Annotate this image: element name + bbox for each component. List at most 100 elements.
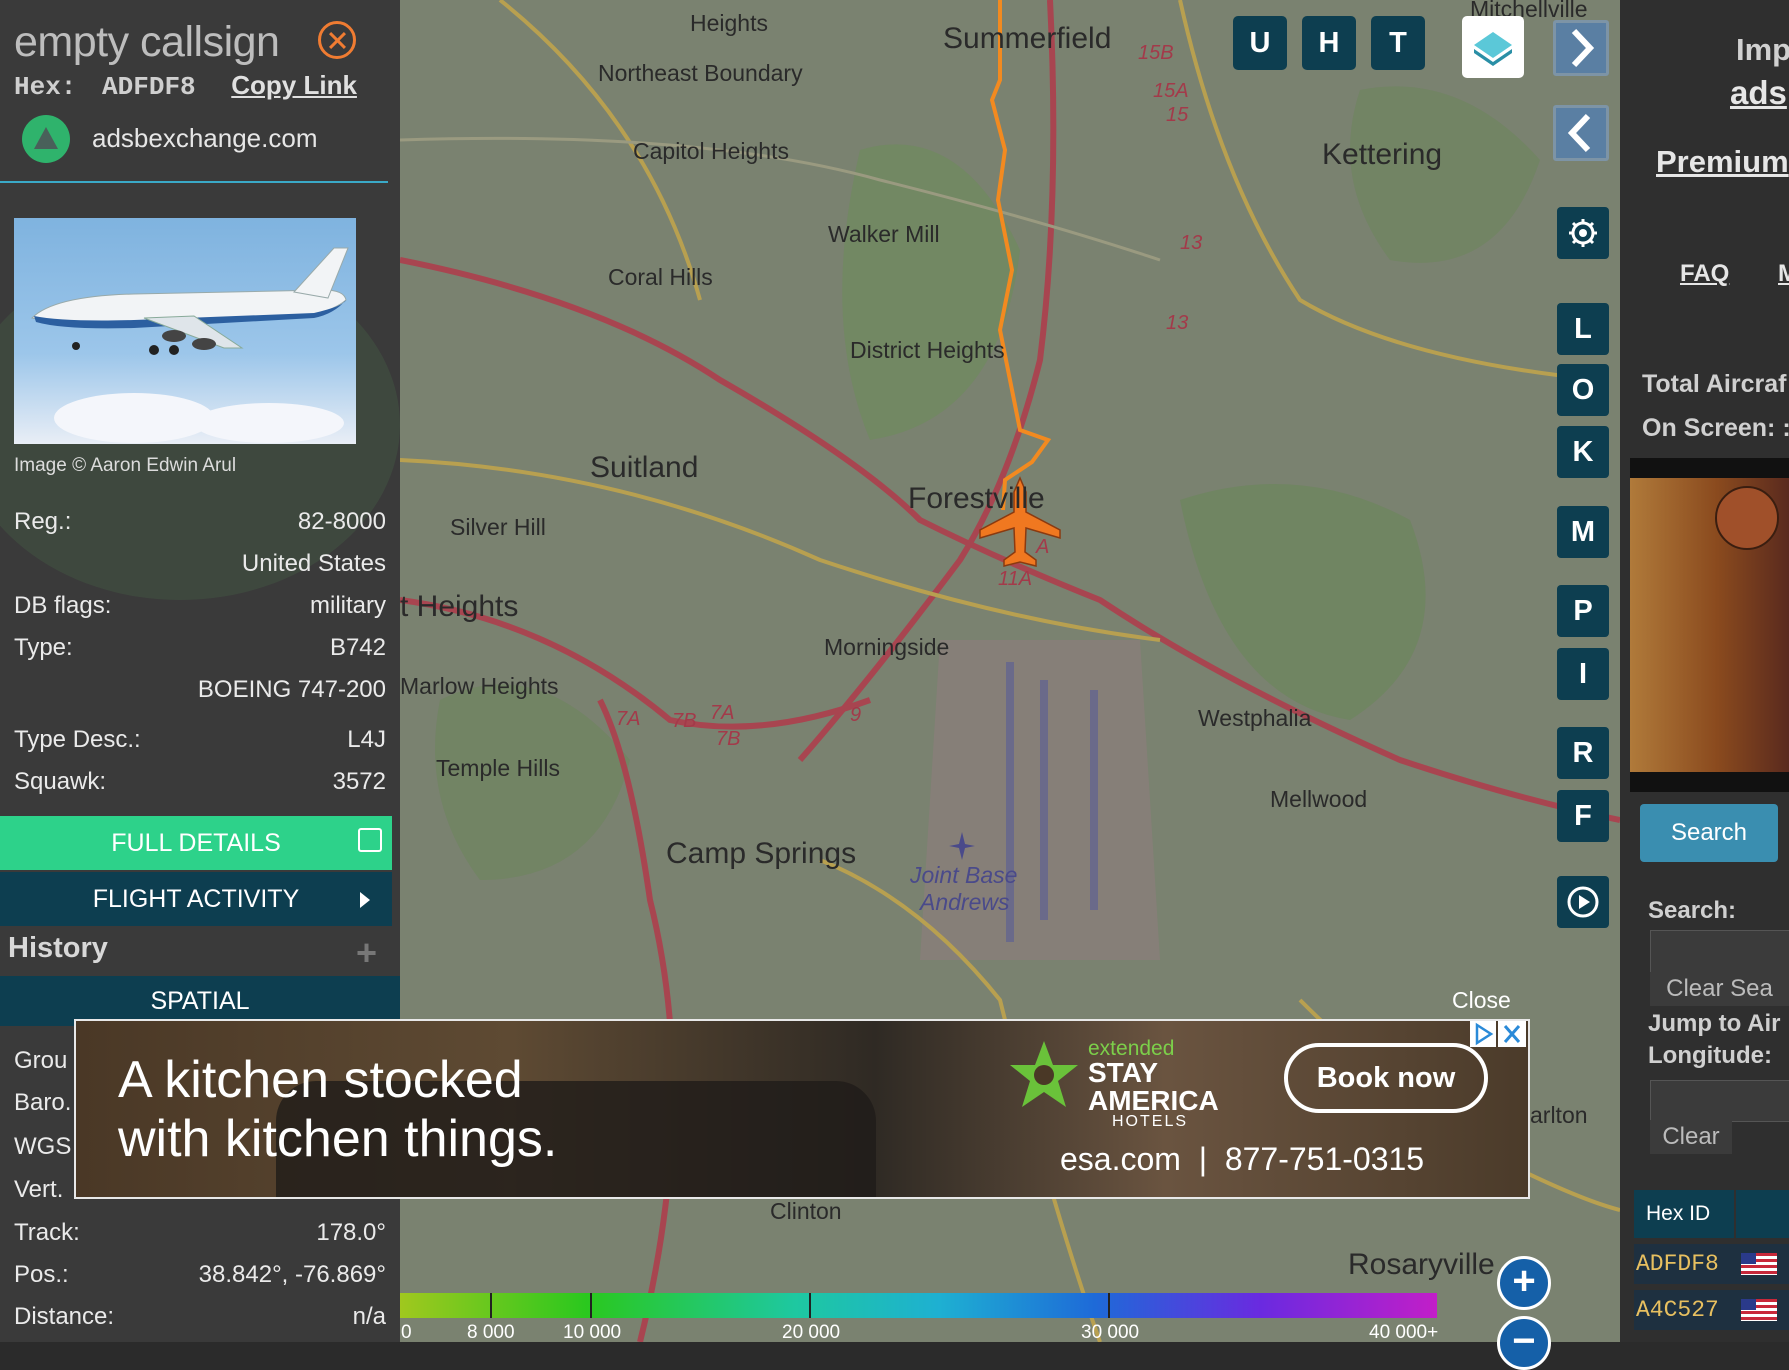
ad-close-icon[interactable] (1498, 1021, 1526, 1047)
table-row[interactable]: A4C527 (1634, 1290, 1789, 1330)
baro-altitude-label: Baro. (14, 1089, 72, 1116)
ad-brand-hotels: HOTELS (1112, 1113, 1189, 1130)
total-aircraft-label: Total Aircraf (1642, 370, 1787, 398)
toggle-k-button[interactable]: K (1557, 426, 1609, 478)
aircraft-photo[interactable] (14, 218, 356, 444)
highway-label: 15B (1138, 42, 1174, 64)
faq-link[interactable]: FAQ (1680, 260, 1729, 288)
legend-tick (590, 1293, 592, 1318)
place-heights: Heights (690, 10, 768, 36)
legend-tick (1108, 1293, 1110, 1318)
table-row[interactable]: ADFDF8 (1634, 1244, 1789, 1284)
right-sidebar: Imp ads Premium FAQ M Total Aircraf On S… (1620, 0, 1789, 1342)
ad-close-link[interactable]: Close (1452, 987, 1511, 1014)
place-coral-hills: Coral Hills (608, 264, 713, 290)
clear-button[interactable]: Clear (1650, 1120, 1732, 1154)
place-marlow-heights: Marlow Heights (400, 673, 559, 699)
place-silver-hill: Silver Hill (450, 514, 546, 540)
highway-label: 11A (998, 568, 1033, 590)
history-heading: History (8, 932, 108, 964)
star-logo-icon (1010, 1041, 1078, 1107)
toggle-u-button[interactable]: U (1233, 16, 1287, 70)
chevron-left-icon (1567, 113, 1591, 153)
advertisement-banner[interactable]: A kitchen stocked with kitchen things. e… (74, 1019, 1530, 1199)
legend-label: 30 000 (1081, 1322, 1140, 1343)
place-suitland: Suitland (590, 451, 699, 484)
place-clinton: Clinton (770, 1198, 842, 1224)
hex-id-column-header[interactable]: Hex ID (1634, 1190, 1734, 1238)
adchoices-icon[interactable] (1470, 1021, 1496, 1047)
vertical-rate-label: Vert. (14, 1176, 64, 1203)
toggle-t-button[interactable]: T (1371, 16, 1425, 70)
legend-tick (490, 1293, 492, 1318)
history-expand-icon[interactable]: + (356, 932, 377, 974)
legend-label: 40 000+ (1369, 1322, 1439, 1343)
search-tab-button[interactable]: Search (1640, 804, 1778, 862)
book-now-button[interactable]: Book now (1284, 1043, 1488, 1113)
place-district-heights: District Heights (850, 337, 1005, 363)
highway-label: 15 (1166, 104, 1189, 126)
place-andrews: Andrews (920, 889, 1010, 915)
place-camp-springs: Camp Springs (666, 837, 857, 870)
settings-button[interactable] (1557, 207, 1609, 259)
next-button[interactable] (1553, 20, 1609, 76)
toggle-m-button[interactable]: M (1557, 506, 1609, 558)
legend-label: 10 000 (563, 1322, 622, 1343)
search-input[interactable] (1650, 930, 1789, 974)
place-northeast-boundary: Northeast Boundary (598, 60, 803, 86)
toggle-l-button[interactable]: L (1557, 303, 1609, 355)
close-panel-icon[interactable] (318, 21, 356, 59)
toggle-p-button[interactable]: P (1557, 585, 1609, 637)
place-joint-base: Joint Base (910, 862, 1018, 888)
us-flag-icon (1740, 1298, 1777, 1321)
previous-button[interactable] (1553, 105, 1609, 161)
premium-link[interactable]: Premium (1656, 144, 1789, 180)
highway-label: 7A (616, 708, 641, 730)
highway-label: 7B (716, 728, 741, 750)
place-mellwood: Mellwood (1270, 786, 1368, 812)
video-ad[interactable] (1630, 458, 1789, 792)
highway-label: 13 (1180, 232, 1203, 254)
replay-icon (1567, 886, 1599, 918)
zoom-out-button[interactable]: − (1497, 1316, 1551, 1370)
legend-label: 20 000 (782, 1322, 841, 1343)
longitude-input[interactable] (1650, 1080, 1789, 1122)
layers-button[interactable] (1462, 16, 1524, 78)
arrow-right-icon (360, 892, 370, 908)
toggle-o-button[interactable]: O (1557, 364, 1609, 416)
copy-link[interactable]: Copy Link (231, 70, 357, 100)
zoom-in-button[interactable]: + (1497, 1256, 1551, 1310)
place-summerfield: Summerfield (943, 22, 1112, 55)
replay-button[interactable] (1557, 876, 1609, 928)
hex-cell: ADFDF8 (1636, 1251, 1719, 1277)
callsign: empty callsign (14, 18, 280, 66)
toggle-h-button[interactable]: H (1302, 16, 1356, 70)
legend-label: 0 (401, 1322, 412, 1343)
full-details-button[interactable]: FULL DETAILS (0, 816, 392, 870)
ads-link[interactable]: ads (1730, 74, 1787, 112)
hex-value: ADFDF8 (102, 72, 196, 102)
longitude-label: Longitude: (1648, 1042, 1772, 1069)
basketball-icon (1715, 486, 1779, 550)
m-link[interactable]: M (1778, 260, 1789, 288)
column-header[interactable] (1736, 1190, 1789, 1238)
ad-contact: esa.com | 877-751-0315 (1060, 1141, 1425, 1177)
jump-to-label: Jump to Air (1648, 1010, 1781, 1037)
toggle-f-button[interactable]: F (1557, 790, 1609, 842)
place-capitol-heights: Capitol Heights (633, 138, 789, 164)
toggle-r-button[interactable]: R (1557, 727, 1609, 779)
highway-label: 9 (850, 704, 862, 726)
place-westphalia: Westphalia (1198, 705, 1312, 731)
toggle-i-button[interactable]: I (1557, 648, 1609, 700)
site-name[interactable]: adsbexchange.com (92, 123, 317, 154)
hex-cell: A4C527 (1636, 1297, 1719, 1323)
flight-activity-button[interactable]: FLIGHT ACTIVITY (0, 872, 392, 926)
search-label: Search: (1648, 897, 1737, 924)
hex-label: Hex: (14, 72, 77, 102)
altitude-legend (400, 1293, 1437, 1318)
hex-row: Hex: ADFDF8 Copy Link (14, 70, 357, 102)
clear-search-button[interactable]: Clear Sea (1650, 972, 1789, 1006)
highway-label: 13 (1166, 312, 1189, 334)
place-t-heights: t Heights (400, 590, 519, 623)
place-rosaryville: Rosaryville (1348, 1248, 1495, 1281)
